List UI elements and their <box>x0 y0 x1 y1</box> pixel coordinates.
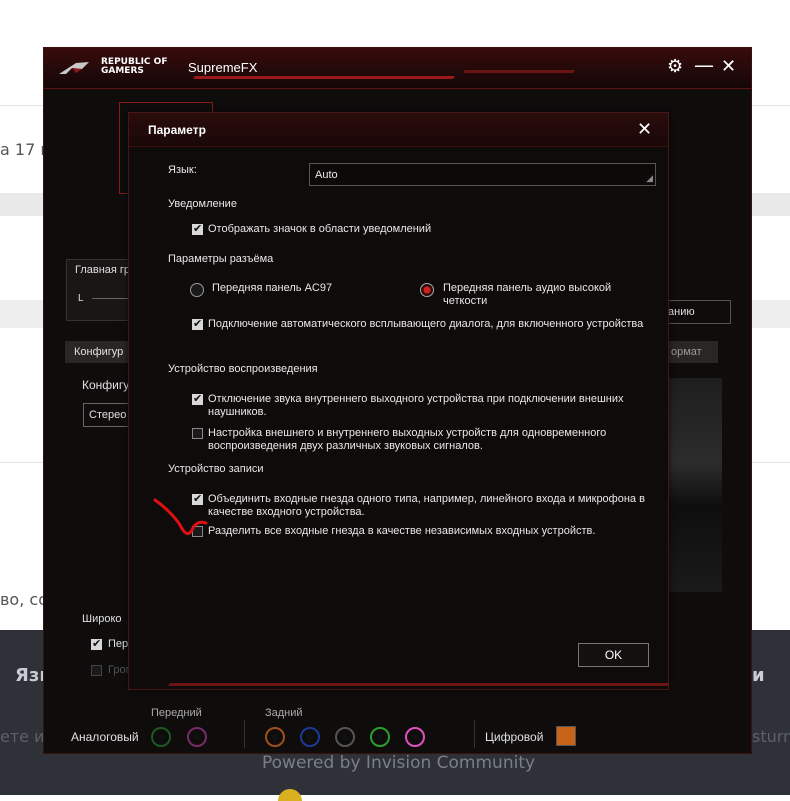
dialog-close-icon[interactable]: ✕ <box>637 119 652 140</box>
options-dialog: Параметр ✕ Язык: Auto ◢ Уведомление Отоб… <box>128 112 670 690</box>
rear-pink-jack[interactable] <box>405 727 425 747</box>
front-green-jack[interactable] <box>151 727 171 747</box>
auto-popup-label: Подключение автоматического всплывающего… <box>208 318 644 330</box>
spdif-icon[interactable] <box>556 726 576 746</box>
auto-popup-checkbox[interactable] <box>192 317 203 330</box>
combine-inputs-checkbox[interactable] <box>192 492 203 505</box>
rear-blue-jack[interactable] <box>300 727 320 747</box>
ok-button[interactable]: OK <box>578 643 649 667</box>
language-label: Язык: <box>168 164 197 176</box>
rog-logo-text: REPUBLIC OF GAMERS <box>101 57 168 76</box>
rear-green-jack[interactable] <box>370 727 390 747</box>
separate-outputs-label: Настройка внешнего и внутреннего выходны… <box>208 427 607 452</box>
record-section-title: Устройство записи <box>168 463 264 475</box>
front-ac97-radio[interactable] <box>190 283 204 297</box>
speaker-config-value: Стерео <box>89 409 127 421</box>
powered-by-link[interactable]: Powered by Invision Community <box>262 753 535 773</box>
notification-section-title: Уведомление <box>168 198 237 210</box>
wide-checkbox-1[interactable] <box>91 637 102 650</box>
wide-label: Широко <box>82 613 122 625</box>
minimize-icon[interactable]: — <box>694 55 714 75</box>
chevron-down-icon: ◢ <box>646 173 653 183</box>
front-hd-audio-radio[interactable] <box>420 283 434 297</box>
language-select[interactable]: Auto ◢ <box>309 163 656 186</box>
mute-internal-label: Отключение звука внутреннего выходного у… <box>208 393 624 418</box>
jack-divider <box>244 720 245 748</box>
dialog-header[interactable]: Параметр ✕ <box>129 113 668 147</box>
mute-internal-checkbox[interactable] <box>192 392 203 405</box>
wide-option-1: Пер <box>108 638 129 650</box>
close-icon[interactable]: ✕ <box>721 58 736 76</box>
front-pink-jack[interactable] <box>187 727 207 747</box>
volume-l-label: L <box>78 293 84 304</box>
rog-logo-icon <box>59 62 89 74</box>
format-tab-label: ормат <box>671 346 702 358</box>
app-title: SupremeFX <box>188 60 258 75</box>
front-hd-audio-label: Передняя панель аудио высокой четкости <box>443 282 612 307</box>
footer-faint-right: sturn <box>752 727 790 746</box>
title-stripe-2 <box>463 70 575 73</box>
title-stripe <box>193 76 455 79</box>
jack-divider-2 <box>474 720 475 748</box>
playback-section-title: Устройство воспроизведения <box>168 363 318 375</box>
rear-label: Задний <box>265 707 303 719</box>
config-tab-label: Конфигур <box>74 346 124 358</box>
preview-panel <box>668 378 722 592</box>
volume-slider[interactable] <box>92 298 130 299</box>
footer-right-fragment[interactable]: и <box>752 665 765 686</box>
combine-inputs-label: Объединить входные гнезда одного типа, н… <box>208 493 645 518</box>
show-tray-icon-checkbox[interactable] <box>192 222 203 235</box>
front-ac97-label: Передняя панель AC97 <box>212 282 333 294</box>
rear-orange-jack[interactable] <box>265 727 285 747</box>
analog-label: Аналоговый <box>71 730 139 744</box>
right-dropdown-value: анию <box>668 306 695 318</box>
wide-checkbox-2[interactable] <box>91 665 102 676</box>
dialog-title: Параметр <box>148 123 206 137</box>
dialog-bottom-stripe <box>168 683 670 686</box>
show-tray-icon-label: Отображать значок в области уведомлений <box>208 223 432 235</box>
page-header-band <box>0 0 790 47</box>
main-group-label: Главная гр <box>75 264 131 276</box>
digital-label: Цифровой <box>485 730 544 744</box>
front-label: Передний <box>151 707 202 719</box>
post-text-fragment: во, со <box>0 590 48 609</box>
split-inputs-label: Разделить все входные гнезда в качестве … <box>208 525 596 537</box>
gear-icon[interactable]: ⚙ <box>667 58 683 76</box>
config-label: Конфигу <box>82 378 130 392</box>
title-bar[interactable]: REPUBLIC OF GAMERS SupremeFX ⚙ — ✕ <box>44 48 751 89</box>
language-value: Auto <box>315 169 338 181</box>
separate-outputs-checkbox[interactable] <box>192 428 203 439</box>
connector-section-title: Параметры разъёма <box>168 253 274 265</box>
rear-black-jack[interactable] <box>335 727 355 747</box>
